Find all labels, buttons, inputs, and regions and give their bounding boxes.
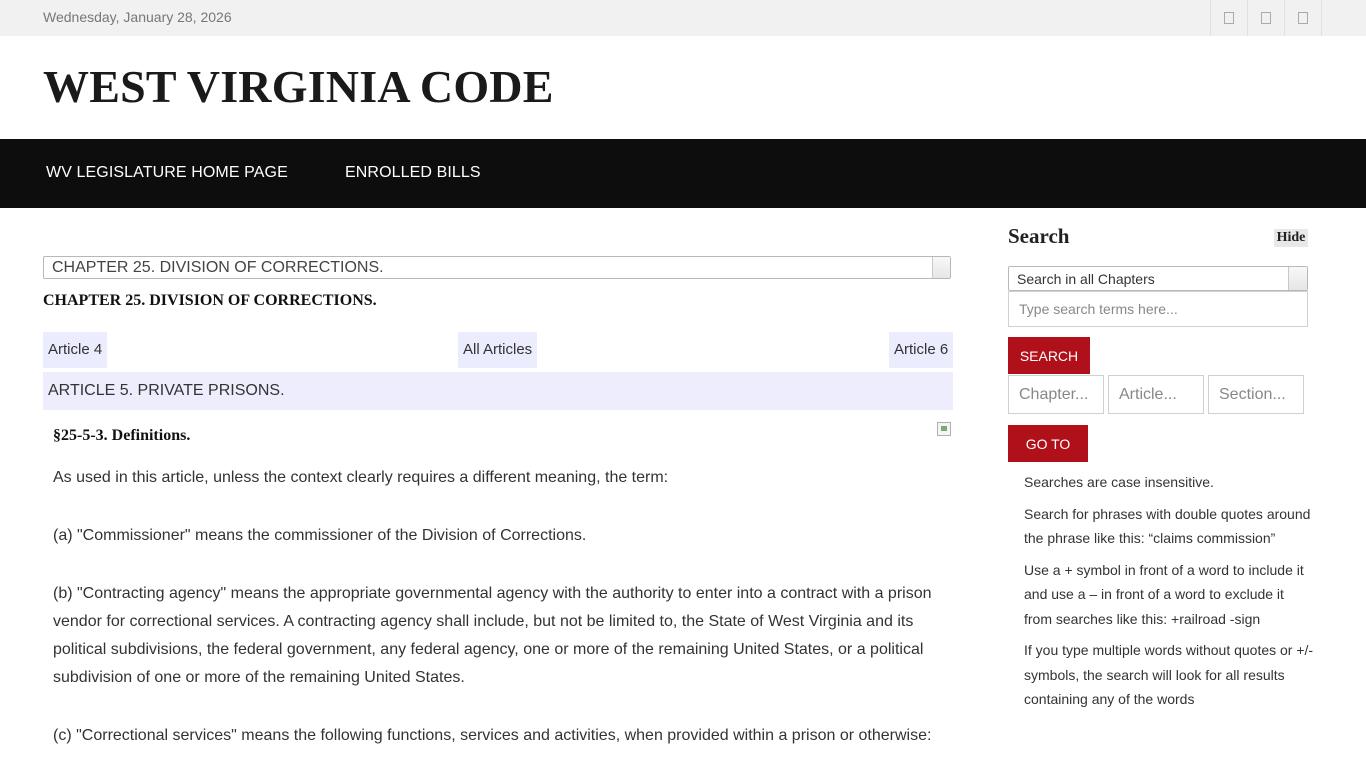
search-tip: Searches are case insensitive. [1024,474,1214,490]
search-scope-value: Search in all Chapters [1017,271,1155,287]
search-heading: Search [1008,224,1070,248]
search-tip: Search for phrases with double quotes ar… [1024,505,1311,547]
search-input[interactable] [1008,291,1308,327]
goto-article-input[interactable] [1108,375,1204,414]
placeholder-glyph-icon [1224,12,1234,24]
dropdown-arrow-icon[interactable] [932,257,950,278]
placeholder-glyph-icon [1298,12,1308,24]
broken-image-icon[interactable] [937,422,951,436]
top-bar: Wednesday, January 28, 2026 [0,0,1366,36]
chapter-heading: CHAPTER 25. DIVISION OF CORRECTIONS. [43,292,377,309]
goto-button[interactable]: GO TO [1008,425,1088,462]
chapter-select[interactable]: CHAPTER 25. DIVISION OF CORRECTIONS. [43,256,951,279]
goto-section-input[interactable] [1208,375,1304,414]
hide-button[interactable]: Hide [1274,229,1308,247]
social-icon-1[interactable] [1210,0,1247,36]
paragraph-c: (c) "Correctional services" means the fo… [53,727,932,744]
social-icon-3[interactable] [1284,0,1322,36]
site-title[interactable]: WEST VIRGINIA CODE [43,60,554,113]
search-tip: If you type multiple words without quote… [1024,642,1314,707]
paragraph-a: (a) "Commissioner" means the commissione… [53,527,587,544]
nav-enrolled-bills[interactable]: ENROLLED BILLS [345,164,481,182]
chapter-select-value: CHAPTER 25. DIVISION OF CORRECTIONS. [52,259,384,276]
all-articles-link[interactable]: All Articles [458,332,538,368]
section-body: As used in this article, unless the cont… [53,464,943,780]
search-tips: Searches are case insensitive. Search fo… [1024,470,1314,719]
paragraph-intro: As used in this article, unless the cont… [53,469,669,486]
paragraph-b: (b) "Contracting agency" means the appro… [53,585,932,686]
previous-article-link[interactable]: Article 4 [43,332,108,368]
next-article-link[interactable]: Article 6 [889,332,954,368]
dropdown-arrow-icon[interactable] [1288,267,1307,290]
section-title: §25-5-3. Definitions. [53,427,191,444]
nav-legislature-home[interactable]: WV LEGISLATURE HOME PAGE [46,164,288,182]
main-navigation: WV LEGISLATURE HOME PAGE ENROLLED BILLS [0,139,1366,208]
article-title: ARTICLE 5. PRIVATE PRISONS. [43,372,953,410]
social-icon-2[interactable] [1247,0,1284,36]
goto-chapter-input[interactable] [1008,375,1104,414]
social-icons [1210,0,1322,36]
current-date: Wednesday, January 28, 2026 [43,9,232,25]
search-tip: Use a + symbol in front of a word to inc… [1024,561,1304,627]
search-button[interactable]: SEARCH [1008,337,1090,374]
search-scope-select[interactable]: Search in all Chapters [1008,266,1308,291]
placeholder-glyph-icon [1261,12,1271,24]
